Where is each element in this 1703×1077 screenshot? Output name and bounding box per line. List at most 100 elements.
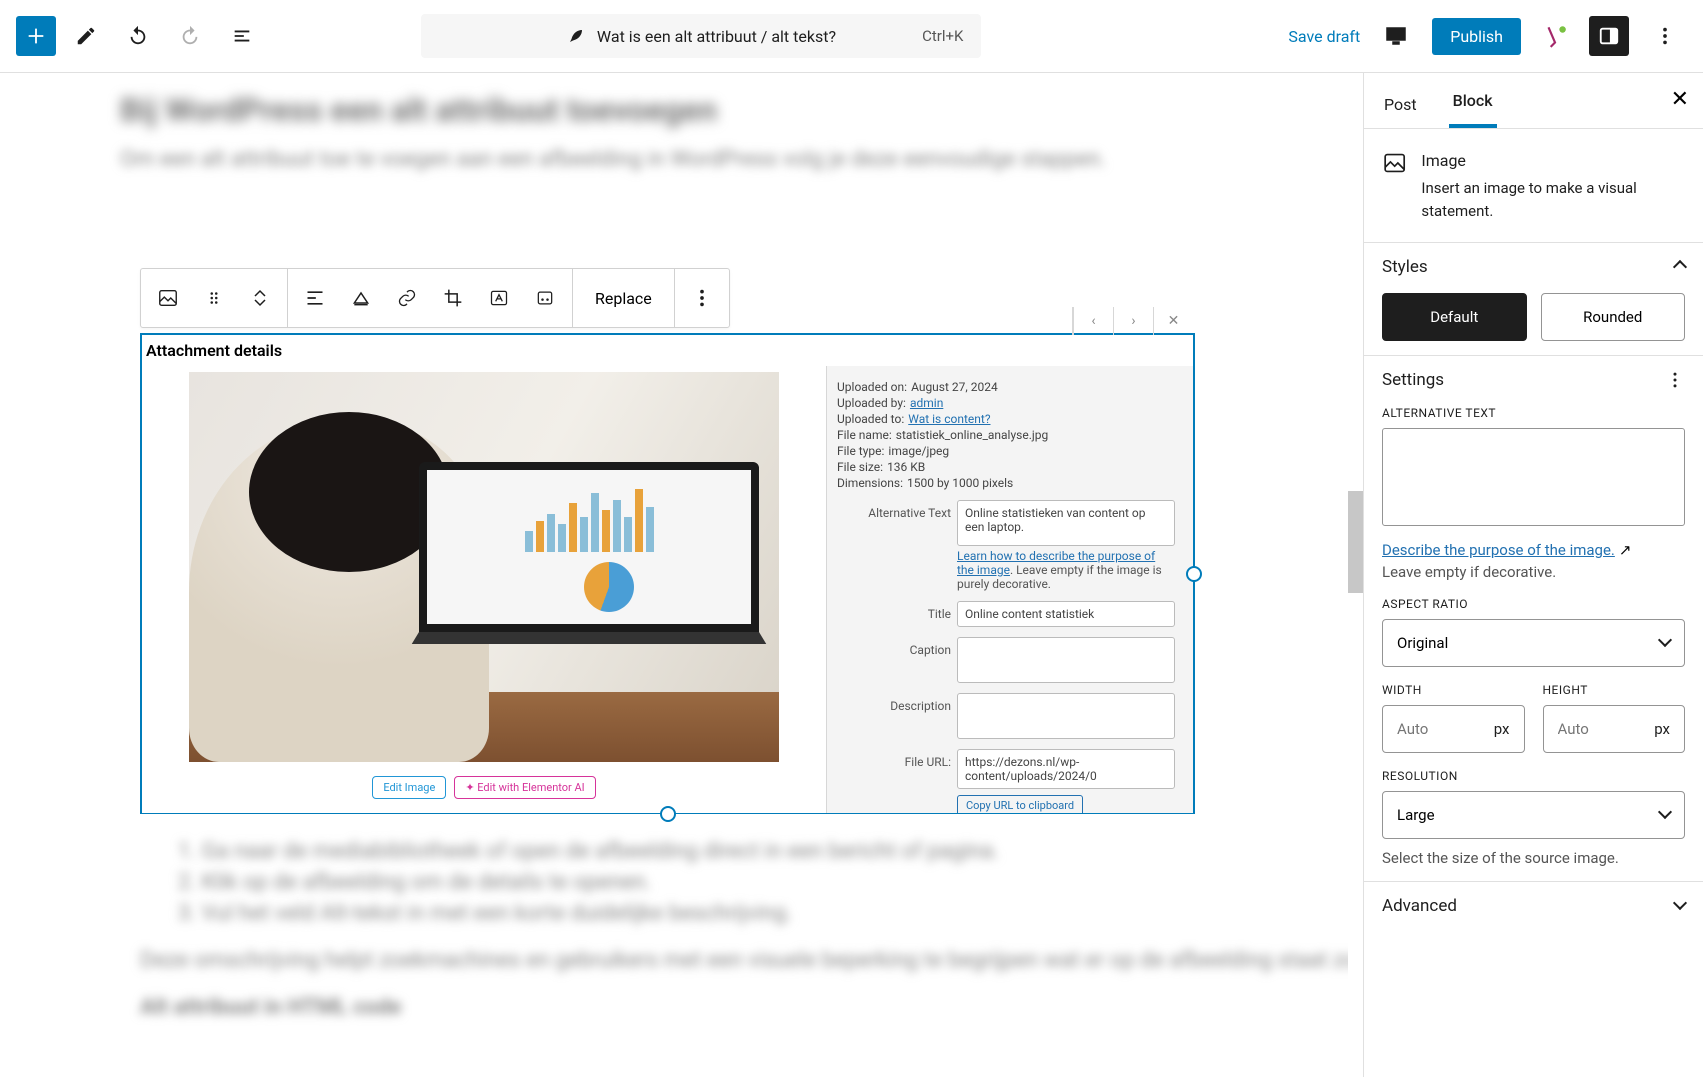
resize-handle-bottom[interactable] [660,806,676,822]
block-more-options[interactable] [679,269,725,327]
desktop-icon [1384,24,1408,48]
title-input[interactable]: Online content statistiek [957,601,1175,627]
chevron-up-icon [1675,257,1685,277]
chevron-down-icon [1660,806,1670,824]
width-input[interactable] [1397,720,1457,738]
edit-image-button[interactable]: Edit Image [372,776,446,799]
kebab-icon [691,287,713,309]
width-input-wrap: px [1382,705,1525,753]
editor-topbar: Wat is een alt attribuut / alt tekst? Ct… [0,0,1703,73]
height-unit[interactable]: px [1654,720,1670,738]
attachment-close[interactable]: ✕ [1153,307,1193,335]
close-sidebar-button[interactable]: ✕ [1671,87,1689,112]
undo-button[interactable] [116,14,160,58]
external-icon: ↗ [1619,541,1632,559]
alt-text-label: ALTERNATIVE TEXT [1382,406,1685,420]
save-draft-button[interactable]: Save draft [1288,27,1360,46]
width-label: WIDTH [1382,683,1525,697]
outline-icon [231,25,253,47]
settings-panel-header[interactable]: Settings [1382,370,1685,390]
attachment-nav: ‹ › ✕ [1072,307,1193,335]
duotone-button[interactable] [522,269,568,327]
preview-button[interactable] [1374,14,1418,58]
redo-icon [179,25,201,47]
styles-panel-toggle[interactable]: Styles [1382,257,1685,277]
alt-help-text: Leave empty if decorative. [1382,563,1685,581]
caption-icon [351,288,371,308]
describe-purpose-link[interactable]: Describe the purpose of the image. [1382,541,1615,559]
align-icon [305,288,325,308]
feather-icon [567,27,585,45]
advanced-panel-toggle[interactable]: Advanced [1382,896,1685,916]
copy-url-button[interactable]: Copy URL to clipboard [957,795,1083,813]
more-options-button[interactable] [1643,14,1687,58]
kebab-icon[interactable] [1665,370,1685,390]
resolution-help: Select the size of the source image. [1382,849,1685,867]
description-input[interactable] [957,693,1175,739]
advanced-panel: Advanced [1364,882,1703,930]
align-button[interactable] [292,269,338,327]
chevron-down-icon [254,299,266,307]
undo-icon [127,25,149,47]
text-frame-icon [489,288,509,308]
block-info: Image Insert an image to make a visual s… [1364,129,1703,243]
blurred-content-below: 1. Ga naar de mediabibliotheek of open d… [140,833,1218,1032]
pencil-icon [75,25,97,47]
blurred-heading: Bij WordPress een alt attribuut toevoege… [120,91,1228,129]
sidebar-alt-text-input[interactable] [1382,428,1685,526]
width-unit[interactable]: px [1494,720,1510,738]
attachment-details-panel: Uploaded on:August 27, 2024 Uploaded by:… [827,366,1193,813]
sidebar-toggle-button[interactable] [1589,16,1629,56]
attachment-next[interactable]: › [1113,307,1153,335]
chevron-down-icon [1675,896,1685,916]
shortcut-hint: Ctrl+K [922,27,963,45]
publish-button[interactable]: Publish [1432,18,1521,55]
settings-panel: Settings ALTERNATIVE TEXT Describe the p… [1364,356,1703,882]
editor-canvas[interactable]: Bij WordPress een alt attribuut toevoege… [0,73,1348,1077]
attachment-thumbnail [189,372,779,762]
editor-main: Bij WordPress een alt attribuut toevoege… [0,73,1703,1077]
block-title: Image [1421,149,1685,173]
chevron-down-icon [1660,634,1670,652]
tab-post[interactable]: Post [1380,81,1421,128]
crop-icon [443,288,463,308]
style-rounded-button[interactable]: Rounded [1541,293,1686,341]
uploaded-to-link[interactable]: Wat is content? [908,412,990,426]
resize-handle-right[interactable] [1186,566,1202,582]
tab-block[interactable]: Block [1449,77,1497,128]
block-type-button[interactable] [145,269,191,327]
image-block[interactable]: ‹ › ✕ Attachment details [140,333,1195,814]
topbar-right: Save draft Publish [1288,14,1687,58]
move-updown[interactable] [237,269,283,327]
uploaded-by-link[interactable]: admin [910,396,943,410]
alt-text-input[interactable]: Online statistieken van content op een l… [957,500,1175,546]
file-url-input[interactable]: https://dezons.nl/wp-content/uploads/202… [957,749,1175,789]
replace-button[interactable]: Replace [577,269,670,327]
yoast-icon [1542,23,1568,49]
tools-button[interactable] [64,14,108,58]
document-outline-button[interactable] [220,14,264,58]
drag-handle[interactable] [191,269,237,327]
resolution-select[interactable]: Large [1382,791,1685,839]
caption-button[interactable] [338,269,384,327]
duotone-icon [535,288,555,308]
document-title: Wat is een alt attribuut / alt tekst? [597,27,836,46]
scrollbar-thumb[interactable] [1348,491,1363,593]
attachment-prev[interactable]: ‹ [1073,307,1113,335]
text-overlay-button[interactable] [476,269,522,327]
edit-elementor-button[interactable]: ✦ Edit with Elementor AI [454,776,595,799]
style-default-button[interactable]: Default [1382,293,1527,341]
height-input-wrap: px [1543,705,1686,753]
add-block-button[interactable] [16,16,56,56]
crop-button[interactable] [430,269,476,327]
link-button[interactable] [384,269,430,327]
yoast-button[interactable] [1535,16,1575,56]
height-input[interactable] [1558,720,1618,738]
aspect-ratio-select[interactable]: Original [1382,619,1685,667]
caption-input[interactable] [957,637,1175,683]
blurred-paragraph: Om een alt attribuut toe te voegen aan e… [120,147,1228,172]
image-icon [1382,149,1407,177]
canvas-scrollbar[interactable] [1348,73,1363,1077]
document-title-bar[interactable]: Wat is een alt attribuut / alt tekst? Ct… [421,14,981,58]
redo-button[interactable] [168,14,212,58]
